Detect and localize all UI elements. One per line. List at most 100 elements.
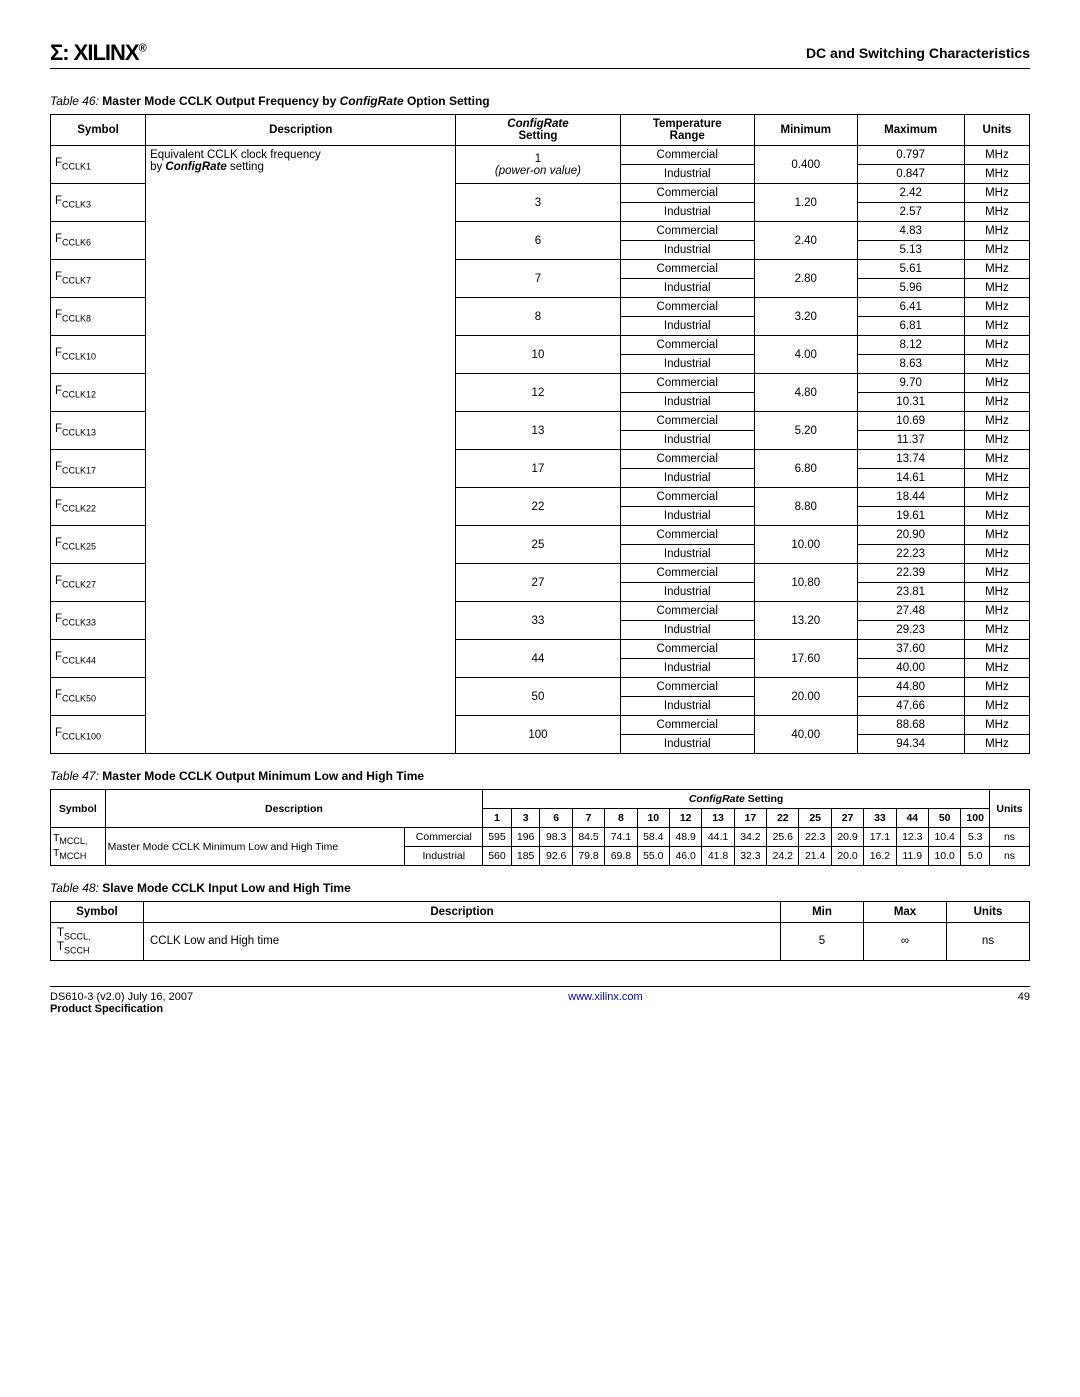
temp-cell: Commercial: [620, 526, 754, 545]
max-cell: 11.37: [857, 431, 964, 450]
t47-symbol: TMCCL,TMCCH: [51, 828, 106, 866]
min-cell: 4.80: [754, 374, 857, 412]
t47-ind-label: Industrial: [405, 847, 483, 866]
units-cell: MHz: [964, 298, 1029, 317]
temp-cell: Industrial: [620, 545, 754, 564]
table48-title: Table 48: Slave Mode CCLK Input Low and …: [50, 881, 1030, 895]
cfg-col-header: 13: [702, 809, 734, 828]
data-cell: 5.0: [961, 847, 990, 866]
symbol-cell: FCCLK17: [51, 450, 146, 488]
temp-cell: Commercial: [620, 298, 754, 317]
temp-cell: Commercial: [620, 564, 754, 583]
symbol-cell: FCCLK8: [51, 298, 146, 336]
cfg-cell: 1(power-on value): [456, 146, 620, 184]
t48-desc: CCLK Low and High time: [144, 923, 781, 961]
units-cell: MHz: [964, 279, 1029, 298]
temp-cell: Commercial: [620, 640, 754, 659]
symbol-cell: FCCLK50: [51, 678, 146, 716]
cfg-cell: 12: [456, 374, 620, 412]
temp-cell: Industrial: [620, 507, 754, 526]
table47-title: Table 47: Master Mode CCLK Output Minimu…: [50, 769, 1030, 783]
temp-cell: Industrial: [620, 317, 754, 336]
th-desc: Description: [105, 790, 482, 828]
data-cell: 46.0: [669, 847, 701, 866]
units-cell: MHz: [964, 165, 1029, 184]
max-cell: 40.00: [857, 659, 964, 678]
symbol-cell: FCCLK3: [51, 184, 146, 222]
cfg-cell: 25: [456, 526, 620, 564]
units-cell: MHz: [964, 564, 1029, 583]
temp-cell: Commercial: [620, 146, 754, 165]
units-cell: MHz: [964, 450, 1029, 469]
th-max: Max: [864, 902, 947, 923]
symbol-cell: FCCLK7: [51, 260, 146, 298]
temp-cell: Commercial: [620, 260, 754, 279]
th-desc: Description: [144, 902, 781, 923]
cfg-col-header: 10: [637, 809, 669, 828]
data-cell: 92.6: [540, 847, 572, 866]
data-cell: 25.6: [767, 828, 799, 847]
max-cell: 6.81: [857, 317, 964, 336]
max-cell: 4.83: [857, 222, 964, 241]
units-cell: MHz: [964, 659, 1029, 678]
cfg-cell: 17: [456, 450, 620, 488]
symbol-cell: FCCLK25: [51, 526, 146, 564]
units-cell: MHz: [964, 621, 1029, 640]
t48-max: ∞: [864, 923, 947, 961]
cfg-cell: 13: [456, 412, 620, 450]
t48-symbol: TSCCL,TSCCH: [51, 923, 144, 961]
symbol-cell: FCCLK100: [51, 716, 146, 754]
t48-min: 5: [781, 923, 864, 961]
min-cell: 1.20: [754, 184, 857, 222]
temp-cell: Industrial: [620, 241, 754, 260]
temp-cell: Industrial: [620, 583, 754, 602]
max-cell: 29.23: [857, 621, 964, 640]
th-config: ConfigRateSetting: [456, 115, 620, 146]
cfg-cell: 100: [456, 716, 620, 754]
min-cell: 6.80: [754, 450, 857, 488]
data-cell: 41.8: [702, 847, 734, 866]
data-cell: 22.3: [799, 828, 831, 847]
temp-cell: Commercial: [620, 602, 754, 621]
data-cell: 16.2: [864, 847, 896, 866]
th-units: Units: [964, 115, 1029, 146]
footer-link[interactable]: www.xilinx.com: [568, 991, 643, 1003]
data-cell: 185: [511, 847, 540, 866]
max-cell: 47.66: [857, 697, 964, 716]
t47-comm-label: Commercial: [405, 828, 483, 847]
data-cell: 24.2: [767, 847, 799, 866]
cfg-col-header: 44: [896, 809, 928, 828]
symbol-cell: FCCLK22: [51, 488, 146, 526]
cfg-col-header: 50: [928, 809, 960, 828]
min-cell: 4.00: [754, 336, 857, 374]
data-cell: 10.0: [928, 847, 960, 866]
t47-desc: Master Mode CCLK Minimum Low and High Ti…: [105, 828, 405, 866]
max-cell: 22.23: [857, 545, 964, 564]
temp-cell: Commercial: [620, 678, 754, 697]
th-units: Units: [947, 902, 1030, 923]
min-cell: 0.400: [754, 146, 857, 184]
max-cell: 27.48: [857, 602, 964, 621]
data-cell: 5.3: [961, 828, 990, 847]
units-cell: MHz: [964, 602, 1029, 621]
units-cell: MHz: [964, 678, 1029, 697]
temp-cell: Commercial: [620, 412, 754, 431]
cfg-col-header: 100: [961, 809, 990, 828]
units-cell: MHz: [964, 336, 1029, 355]
max-cell: 0.847: [857, 165, 964, 184]
units-cell: MHz: [964, 412, 1029, 431]
page-header: Σ: XILINX® DC and Switching Characterist…: [50, 40, 1030, 69]
cfg-col-header: 22: [767, 809, 799, 828]
data-cell: 196: [511, 828, 540, 847]
temp-cell: Industrial: [620, 469, 754, 488]
data-cell: 20.9: [831, 828, 863, 847]
units-cell: MHz: [964, 545, 1029, 564]
table48: Symbol Description Min Max Units TSCCL,T…: [50, 901, 1030, 961]
units-cell: MHz: [964, 317, 1029, 336]
data-cell: 595: [483, 828, 512, 847]
max-cell: 6.41: [857, 298, 964, 317]
units-cell: MHz: [964, 431, 1029, 450]
max-cell: 14.61: [857, 469, 964, 488]
symbol-cell: FCCLK10: [51, 336, 146, 374]
max-cell: 88.68: [857, 716, 964, 735]
